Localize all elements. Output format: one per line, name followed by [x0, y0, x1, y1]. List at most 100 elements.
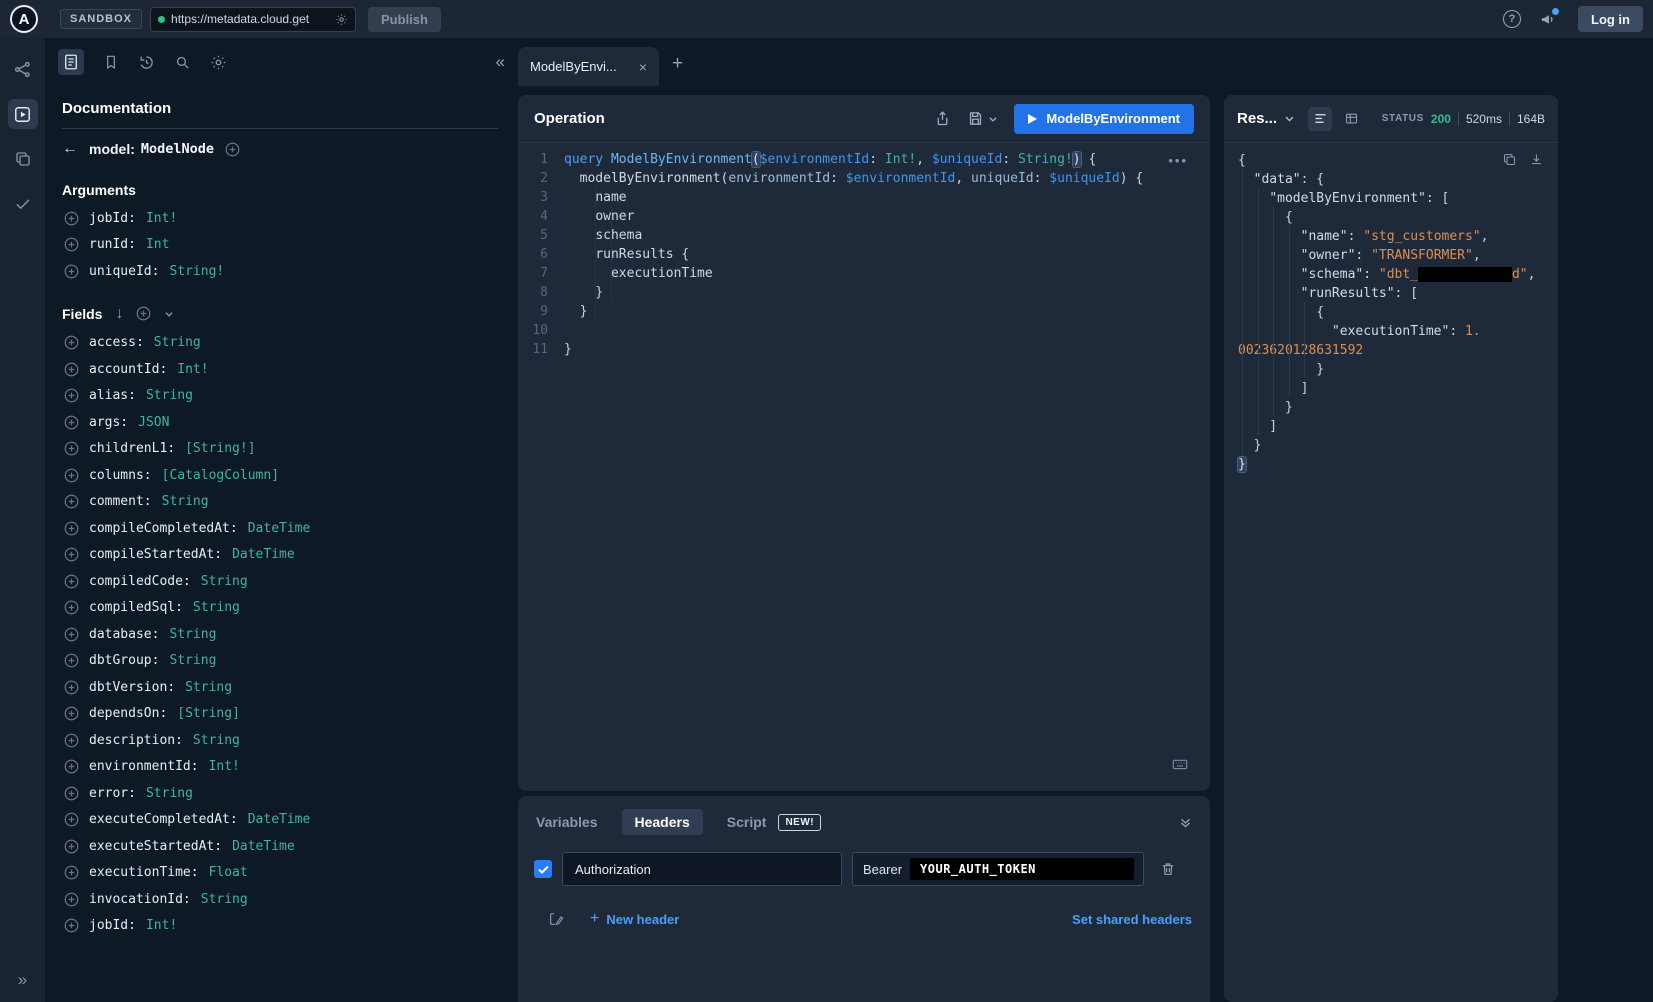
announcements-icon[interactable]	[1539, 11, 1556, 28]
add-field-to-operation-icon[interactable]	[64, 211, 79, 226]
field-type[interactable]: String	[146, 388, 193, 403]
field-name[interactable]: comment:	[89, 494, 152, 509]
field-type[interactable]: DateTime	[232, 839, 295, 854]
documentation-tab-icon[interactable]	[58, 49, 84, 75]
add-field-to-operation-icon[interactable]	[64, 441, 79, 456]
field-type[interactable]: Int!	[146, 918, 177, 933]
response-pretty-view-icon[interactable]	[1308, 107, 1332, 131]
field-type[interactable]: String	[193, 733, 240, 748]
field-type[interactable]: [CatalogColumn]	[162, 468, 279, 483]
field-name[interactable]: dependsOn:	[89, 706, 167, 721]
response-dropdown-chevron-icon[interactable]	[1284, 113, 1295, 124]
endpoint-settings-gear-icon[interactable]	[335, 13, 348, 26]
add-field-to-operation-icon[interactable]	[64, 892, 79, 907]
field-type[interactable]: String	[201, 574, 248, 589]
add-field-to-operation-icon[interactable]	[64, 627, 79, 642]
field-name[interactable]: description:	[89, 733, 183, 748]
field-name[interactable]: jobId:	[89, 211, 136, 226]
field-name[interactable]: executionTime:	[89, 865, 199, 880]
operation-tab[interactable]: ModelByEnvi... ×	[518, 47, 659, 86]
add-field-to-operation-icon[interactable]	[64, 468, 79, 483]
add-field-to-operation-icon[interactable]	[64, 264, 79, 279]
field-type[interactable]: Int!	[209, 759, 240, 774]
checks-icon[interactable]	[8, 189, 38, 219]
schema-graph-icon[interactable]	[8, 54, 38, 84]
endpoint-url-input[interactable]: https://metadata.cloud.get	[150, 7, 356, 32]
field-type[interactable]: Float	[209, 865, 248, 880]
field-name[interactable]: alias:	[89, 388, 136, 403]
add-field-to-operation-icon[interactable]	[64, 786, 79, 801]
field-type[interactable]: String	[146, 786, 193, 801]
operation-more-menu-icon[interactable]: •••	[1168, 153, 1188, 168]
header-key-input[interactable]: Authorization	[562, 852, 842, 886]
help-icon[interactable]: ?	[1503, 10, 1521, 28]
add-field-to-operation-icon[interactable]	[64, 839, 79, 854]
add-fields-icon[interactable]	[136, 306, 151, 321]
field-type[interactable]: Int!	[146, 211, 177, 226]
add-all-fields-icon[interactable]	[225, 142, 240, 157]
tab-headers[interactable]: Headers	[622, 809, 703, 835]
tab-variables[interactable]: Variables	[536, 814, 598, 830]
header-enabled-checkbox[interactable]	[534, 860, 552, 878]
field-name[interactable]: database:	[89, 627, 159, 642]
add-field-to-operation-icon[interactable]	[64, 574, 79, 589]
field-name[interactable]: args:	[89, 415, 128, 430]
field-name[interactable]: childrenL1:	[89, 441, 175, 456]
add-field-to-operation-icon[interactable]	[64, 865, 79, 880]
field-name[interactable]: runId:	[89, 237, 136, 252]
field-type[interactable]: String	[169, 627, 216, 642]
field-type[interactable]: String	[193, 600, 240, 615]
field-name[interactable]: compileStartedAt:	[89, 547, 222, 562]
field-type[interactable]: JSON	[138, 415, 169, 430]
settings-gear-icon[interactable]	[210, 54, 227, 71]
field-name[interactable]: compileCompletedAt:	[89, 521, 238, 536]
field-type[interactable]: Int!	[177, 362, 208, 377]
add-field-to-operation-icon[interactable]	[64, 547, 79, 562]
history-icon[interactable]	[138, 54, 155, 71]
apollo-logo[interactable]: A	[10, 5, 38, 33]
operation-editor[interactable]: 1query ModelByEnvironment($environmentId…	[518, 143, 1210, 359]
field-type[interactable]: String	[185, 680, 232, 695]
close-tab-icon[interactable]: ×	[639, 59, 647, 75]
field-name[interactable]: invocationId:	[89, 892, 191, 907]
explorer-icon[interactable]	[8, 99, 38, 129]
add-field-to-operation-icon[interactable]	[64, 680, 79, 695]
add-field-to-operation-icon[interactable]	[64, 415, 79, 430]
new-header-button[interactable]: + New header	[590, 910, 679, 928]
collapse-panel-icon[interactable]	[1179, 816, 1192, 829]
save-operation-group[interactable]	[967, 110, 998, 127]
field-name[interactable]: dbtGroup:	[89, 653, 159, 668]
breadcrumb-type[interactable]: ModelNode	[141, 141, 214, 157]
field-type[interactable]: [String]	[177, 706, 240, 721]
login-button[interactable]: Log in	[1578, 6, 1643, 32]
field-name[interactable]: error:	[89, 786, 136, 801]
add-field-to-operation-icon[interactable]	[64, 362, 79, 377]
edit-as-text-icon[interactable]	[548, 911, 564, 927]
field-type[interactable]: [String!]	[185, 441, 255, 456]
field-type[interactable]: String!	[169, 264, 224, 279]
add-field-to-operation-icon[interactable]	[64, 733, 79, 748]
collapse-docs-icon[interactable]: «	[496, 52, 505, 72]
delete-header-icon[interactable]	[1160, 861, 1176, 877]
field-name[interactable]: dbtVersion:	[89, 680, 175, 695]
field-type[interactable]: DateTime	[248, 812, 311, 827]
set-shared-headers-link[interactable]: Set shared headers	[1072, 912, 1192, 927]
field-type[interactable]: String	[201, 892, 248, 907]
field-name[interactable]: executeStartedAt:	[89, 839, 222, 854]
publish-button[interactable]: Publish	[368, 7, 441, 32]
field-name[interactable]: compiledSql:	[89, 600, 183, 615]
add-field-to-operation-icon[interactable]	[64, 706, 79, 721]
field-name[interactable]: accountId:	[89, 362, 167, 377]
response-title[interactable]: Res...	[1237, 110, 1277, 127]
add-field-to-operation-icon[interactable]	[64, 237, 79, 252]
expand-rail-icon[interactable]: »	[18, 970, 27, 990]
add-field-to-operation-icon[interactable]	[64, 653, 79, 668]
field-name[interactable]: uniqueId:	[89, 264, 159, 279]
add-field-to-operation-icon[interactable]	[64, 759, 79, 774]
header-value-input[interactable]: Bearer YOUR_AUTH_TOKEN	[852, 852, 1144, 886]
add-field-to-operation-icon[interactable]	[64, 335, 79, 350]
add-field-to-operation-icon[interactable]	[64, 388, 79, 403]
add-field-to-operation-icon[interactable]	[64, 812, 79, 827]
new-tab-icon[interactable]: +	[672, 53, 683, 75]
tab-script[interactable]: Script	[727, 814, 767, 830]
